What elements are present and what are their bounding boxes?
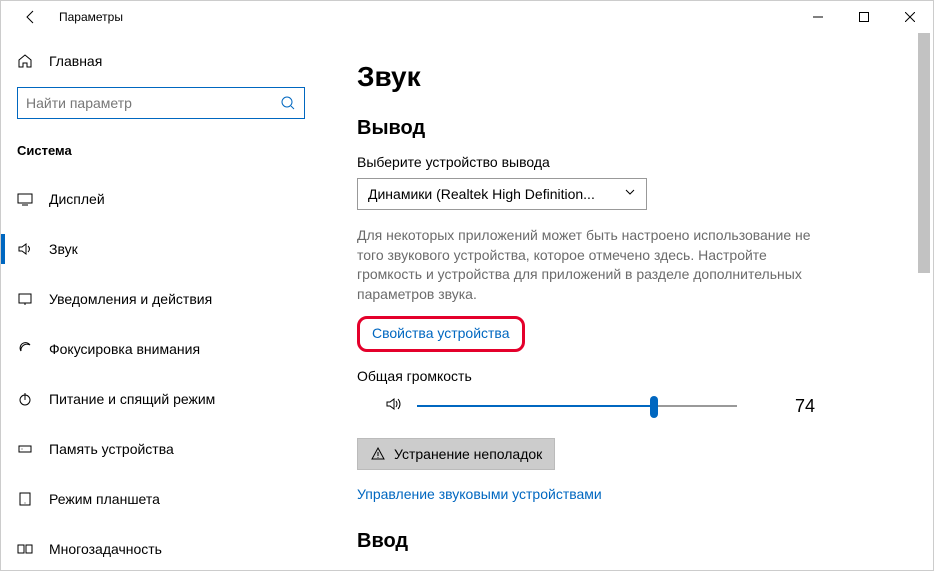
highlight-annotation: Свойства устройства — [357, 316, 525, 352]
minimize-button[interactable] — [795, 1, 841, 33]
sidebar-item-power[interactable]: Питание и спящий режим — [1, 374, 321, 424]
scrollbar[interactable] — [916, 33, 932, 569]
sidebar-item-label: Питание и спящий режим — [49, 391, 215, 407]
volume-label: Общая громкость — [357, 368, 897, 384]
warning-icon — [370, 446, 386, 462]
home-label: Главная — [49, 53, 102, 69]
home-icon — [17, 53, 33, 69]
output-heading: Вывод — [357, 117, 897, 140]
sidebar-item-sound[interactable]: Звук — [1, 224, 321, 274]
chevron-down-icon — [624, 185, 636, 203]
sidebar-item-label: Дисплей — [49, 191, 105, 207]
display-icon — [17, 191, 33, 207]
volume-control: 74 — [357, 394, 897, 418]
troubleshoot-label: Устранение неполадок — [394, 446, 542, 462]
sidebar-item-label: Фокусировка внимания — [49, 341, 200, 357]
maximize-button[interactable] — [841, 1, 887, 33]
sidebar-item-multitasking[interactable]: Многозадачность — [1, 524, 321, 570]
sidebar-item-label: Звук — [49, 241, 78, 257]
volume-slider[interactable] — [417, 394, 737, 418]
sidebar-item-tablet[interactable]: Режим планшета — [1, 474, 321, 524]
main-content: Звук Вывод Выберите устройство вывода Ди… — [321, 33, 933, 570]
dropdown-value: Динамики (Realtek High Definition... — [368, 186, 595, 202]
page-title: Звук — [357, 61, 897, 93]
search-box[interactable] — [17, 87, 305, 119]
window-title: Параметры — [59, 10, 123, 24]
sidebar-item-label: Режим планшета — [49, 491, 160, 507]
title-bar: Параметры — [1, 1, 933, 33]
manage-devices-link[interactable]: Управление звуковыми устройствами — [357, 486, 602, 502]
sidebar-item-focus[interactable]: Фокусировка внимания — [1, 324, 321, 374]
sidebar-item-display[interactable]: Дисплей — [1, 174, 321, 224]
tablet-icon — [17, 491, 33, 507]
back-button[interactable] — [17, 3, 45, 31]
notifications-icon — [17, 291, 33, 307]
home-nav-item[interactable]: Главная — [1, 43, 321, 79]
sidebar-item-label: Уведомления и действия — [49, 291, 212, 307]
window-controls — [795, 1, 933, 33]
sidebar-item-label: Память устройства — [49, 441, 174, 457]
output-device-dropdown[interactable]: Динамики (Realtek High Definition... — [357, 178, 647, 210]
focus-icon — [17, 341, 33, 357]
sidebar-item-label: Многозадачность — [49, 541, 162, 557]
close-button[interactable] — [887, 1, 933, 33]
device-properties-link[interactable]: Свойства устройства — [372, 325, 510, 341]
sidebar-item-notifications[interactable]: Уведомления и действия — [1, 274, 321, 324]
slider-fill — [417, 405, 654, 407]
output-device-label: Выберите устройство вывода — [357, 154, 897, 170]
input-heading: Ввод — [357, 530, 897, 553]
sidebar: Главная Система Дисплей Звук Уведомления… — [1, 33, 321, 570]
search-input[interactable] — [18, 95, 272, 111]
slider-thumb[interactable] — [650, 396, 658, 418]
output-description: Для некоторых приложений может быть наст… — [357, 226, 827, 304]
multitasking-icon — [17, 541, 33, 557]
sound-icon — [17, 241, 33, 257]
sidebar-item-storage[interactable]: Память устройства — [1, 424, 321, 474]
volume-value: 74 — [795, 396, 815, 417]
search-icon — [272, 95, 304, 111]
troubleshoot-button[interactable]: Устранение неполадок — [357, 438, 555, 470]
power-icon — [17, 391, 33, 407]
section-header: Система — [1, 135, 321, 174]
storage-icon — [17, 441, 33, 457]
scrollbar-thumb[interactable] — [918, 33, 930, 273]
speaker-icon[interactable] — [385, 395, 405, 418]
